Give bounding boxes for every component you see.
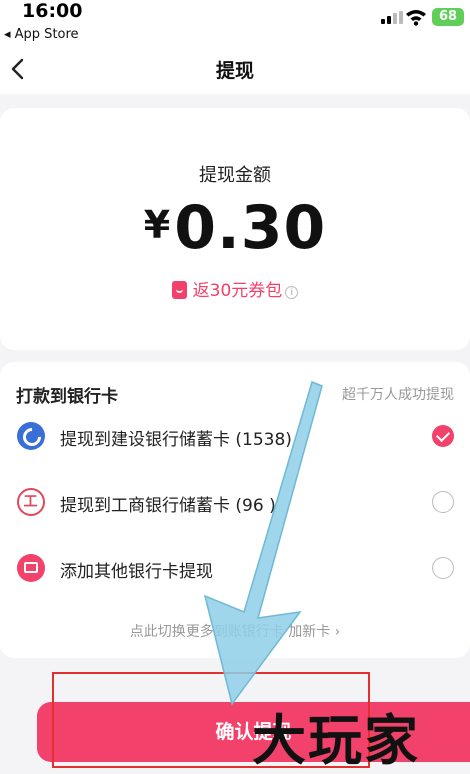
status-time: 16:00 (22, 0, 83, 22)
amount-display: ¥0.30 (0, 193, 470, 263)
radio-unchecked-icon[interactable] (432, 491, 454, 513)
amount-value: 0.30 (174, 193, 327, 263)
bank-section-header: 打款到银行卡 (16, 387, 118, 407)
radio-unchecked-icon[interactable] (432, 557, 454, 579)
signal-icon (381, 11, 403, 24)
currency-symbol: ¥ (143, 203, 171, 247)
wifi-icon (406, 10, 426, 26)
amount-card: 提现金额 ¥0.30 返30元券包 i (0, 108, 470, 350)
info-icon[interactable]: i (285, 286, 299, 299)
add-card-icon (17, 554, 45, 582)
radio-checked-icon[interactable] (432, 425, 454, 447)
watermark-text: 大玩家 (252, 708, 420, 772)
nav-bar: 提现 (0, 46, 470, 94)
amount-label: 提现金额 (199, 165, 271, 186)
coupon-text: 返30元券包 (192, 281, 283, 301)
bank-option-add[interactable]: 添加其他银行卡提现 (0, 542, 470, 594)
bank-section-hint: 超千万人成功提现 (342, 387, 454, 403)
icbc-bank-icon (17, 488, 45, 516)
ccb-bank-icon (17, 422, 45, 450)
back-to-app-store-link[interactable]: ◂ App Store (4, 27, 79, 42)
page-title: 提现 (215, 60, 254, 82)
battery-icon: 68 (432, 8, 464, 26)
bank-card-section: 打款到银行卡 超千万人成功提现 提现到建设银行储蓄卡 (1538) 提现到工商银… (0, 362, 470, 658)
red-packet-icon (171, 281, 187, 299)
coupon-bonus[interactable]: 返30元券包 i (0, 276, 470, 301)
bank-option-label: 添加其他银行卡提现 (60, 562, 213, 582)
bank-option-ccb[interactable]: 提现到建设银行储蓄卡 (1538) (0, 410, 470, 462)
bank-option-label: 提现到建设银行储蓄卡 (1538) (60, 430, 292, 450)
bank-option-icbc[interactable]: 提现到工商银行储蓄卡 (96 ) (0, 476, 470, 528)
status-bar: 16:00 ◂ App Store 68 (0, 0, 470, 46)
switch-bank-link[interactable]: 点此切换更多到账银行卡 加新卡 › (0, 621, 470, 641)
bank-option-label: 提现到工商银行储蓄卡 (96 ) (60, 496, 276, 516)
